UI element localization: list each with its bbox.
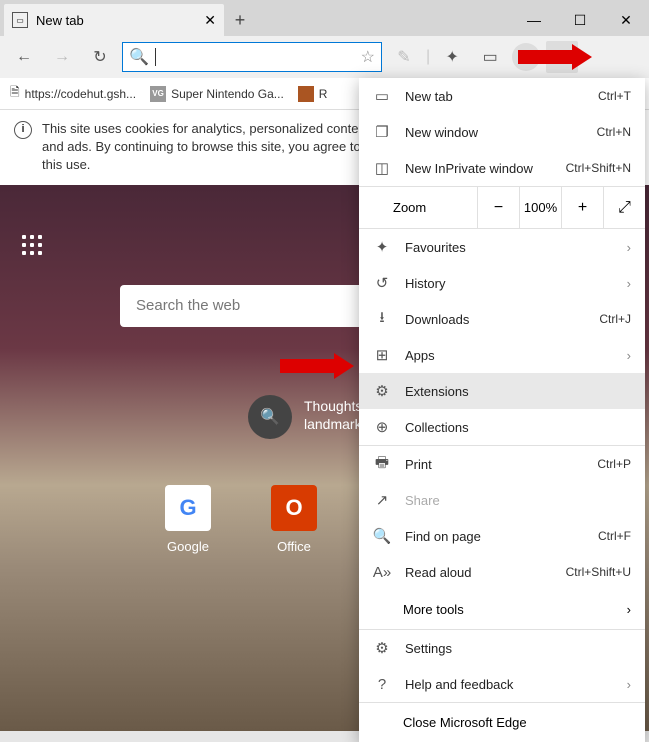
- minimize-button[interactable]: —: [511, 4, 557, 36]
- forward-button[interactable]: →: [46, 41, 78, 73]
- collections-icon[interactable]: ▭: [474, 41, 506, 73]
- menu-new-window[interactable]: ❐ New window Ctrl+N: [359, 114, 645, 150]
- chevron-right-icon: ›: [627, 677, 631, 692]
- back-button[interactable]: ←: [8, 41, 40, 73]
- inprivate-icon: ◫: [373, 159, 391, 177]
- menu-zoom: Zoom − 100% + ⤢: [359, 187, 645, 229]
- print-icon: 🖶: [373, 452, 391, 477]
- gear-icon: ⚙: [373, 639, 391, 657]
- bookmark-label: Super Nintendo Ga...: [171, 87, 284, 101]
- bookmark-item[interactable]: VG Super Nintendo Ga...: [150, 86, 284, 102]
- read-mode-icon[interactable]: ✎: [388, 41, 420, 73]
- zoom-out-button[interactable]: −: [477, 187, 519, 229]
- chevron-right-icon: ›: [627, 276, 631, 291]
- site-label: Google: [165, 539, 211, 554]
- google-icon: G: [165, 485, 211, 531]
- menu-more-tools[interactable]: More tools ›: [359, 590, 645, 629]
- menu-favourites[interactable]: ✦ Favourites ›: [359, 229, 645, 265]
- close-window-button[interactable]: ✕: [603, 4, 649, 36]
- cursor: [155, 48, 156, 66]
- menu-new-tab[interactable]: ▭ New tab Ctrl+T: [359, 78, 645, 114]
- chevron-right-icon: ›: [627, 348, 631, 363]
- history-icon: ↺: [373, 274, 391, 292]
- menu-history[interactable]: ↺ History ›: [359, 265, 645, 301]
- extensions-icon: ⚙: [373, 382, 391, 400]
- chevron-right-icon: ›: [627, 240, 631, 255]
- page-icon: 🗎: [10, 83, 20, 104]
- spotlight-search-icon[interactable]: 🔍: [248, 395, 292, 439]
- favicon-icon: [298, 86, 314, 102]
- download-icon: ⭳: [373, 307, 391, 332]
- refresh-button[interactable]: ↻: [84, 41, 116, 73]
- cookie-text: This site uses cookies for analytics, pe…: [42, 120, 382, 175]
- menu-find[interactable]: 🔍 Find on page Ctrl+F: [359, 518, 645, 554]
- titlebar: ▭ New tab ✕ + — ☐ ✕: [0, 0, 649, 36]
- bookmark-item[interactable]: 🗎 https://codehut.gsh...: [10, 83, 136, 104]
- help-icon: ?: [373, 676, 391, 693]
- new-tab-button[interactable]: +: [224, 4, 256, 36]
- menu-share: ↗ Share: [359, 482, 645, 518]
- collections-icon: ⊕: [373, 418, 391, 436]
- site-tile-office[interactable]: O Office: [271, 485, 317, 554]
- menu-settings[interactable]: ⚙ Settings: [359, 630, 645, 666]
- browser-tab[interactable]: ▭ New tab ✕: [4, 4, 224, 36]
- tab-icon: ▭: [373, 87, 391, 105]
- site-tile-google[interactable]: G Google: [165, 485, 211, 554]
- menu-print[interactable]: 🖶 Print Ctrl+P: [359, 446, 645, 482]
- zoom-level: 100%: [519, 187, 561, 229]
- chevron-right-icon: ›: [627, 602, 631, 617]
- bookmark-item[interactable]: R: [298, 86, 328, 102]
- zoom-label: Zoom: [359, 200, 477, 215]
- share-icon: ↗: [373, 491, 391, 509]
- menu-downloads[interactable]: ⭳ Downloads Ctrl+J: [359, 301, 645, 337]
- bookmark-label: https://codehut.gsh...: [25, 87, 136, 101]
- app-launcher-icon[interactable]: [22, 235, 42, 255]
- menu-collections[interactable]: ⊕ Collections: [359, 409, 645, 445]
- apps-icon: ⊞: [373, 346, 391, 364]
- favorite-star-icon[interactable]: ☆: [361, 47, 375, 67]
- menu-extensions[interactable]: ⚙ Extensions: [359, 373, 645, 409]
- menu-close-edge[interactable]: Close Microsoft Edge: [359, 703, 645, 742]
- bookmark-label: R: [319, 87, 328, 101]
- settings-menu: ▭ New tab Ctrl+T ❐ New window Ctrl+N ◫ N…: [359, 78, 645, 742]
- menu-help[interactable]: ? Help and feedback ›: [359, 666, 645, 702]
- favicon-icon: VG: [150, 86, 166, 102]
- maximize-button[interactable]: ☐: [557, 4, 603, 36]
- tab-title: New tab: [36, 13, 196, 28]
- search-icon: 🔍: [129, 47, 149, 67]
- tab-favicon: ▭: [12, 12, 28, 28]
- tab-close-icon[interactable]: ✕: [204, 12, 216, 29]
- star-icon: ✦: [373, 238, 391, 256]
- window-icon: ❐: [373, 123, 391, 141]
- menu-read-aloud[interactable]: A» Read aloud Ctrl+Shift+U: [359, 554, 645, 590]
- find-icon: 🔍: [373, 527, 391, 545]
- favorites-icon[interactable]: ✦: [436, 41, 468, 73]
- read-aloud-icon: A»: [373, 564, 391, 581]
- office-icon: O: [271, 485, 317, 531]
- fullscreen-button[interactable]: ⤢: [603, 187, 645, 229]
- top-sites: G Google O Office: [165, 485, 317, 554]
- search-placeholder: Search the web: [136, 297, 240, 314]
- window-controls: — ☐ ✕: [511, 4, 649, 36]
- info-icon: i: [14, 121, 32, 139]
- menu-apps[interactable]: ⊞ Apps ›: [359, 337, 645, 373]
- menu-inprivate-window[interactable]: ◫ New InPrivate window Ctrl+Shift+N: [359, 150, 645, 186]
- site-label: Office: [271, 539, 317, 554]
- address-bar[interactable]: 🔍 ☆: [122, 42, 382, 72]
- zoom-in-button[interactable]: +: [561, 187, 603, 229]
